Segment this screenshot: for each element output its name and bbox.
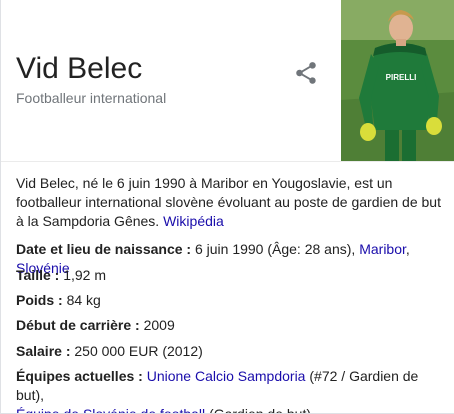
share-button[interactable] — [293, 60, 319, 86]
fact-teams: Équipes actuelles : Unione Calcio Sampdo… — [16, 367, 448, 414]
entity-subtitle: Footballeur international — [16, 90, 167, 106]
svg-text:PIRELLI: PIRELLI — [386, 73, 417, 82]
fact-career-start-label: Début de carrière : — [16, 317, 140, 333]
fact-salary-label: Salaire : — [16, 343, 71, 359]
knowledge-panel: Vid Belec Footballeur international PIRE… — [0, 0, 454, 414]
fact-height-label: Taille : — [16, 267, 60, 283]
fact-birth-value: 6 juin 1990 (Âge: 28 ans), — [194, 241, 356, 257]
fact-height-value: 1,92 m — [63, 267, 107, 283]
maribor-link[interactable]: Maribor — [359, 241, 406, 257]
panel-header: Vid Belec Footballeur international PIRE… — [1, 0, 454, 161]
fact-height: Taille : 1,92 m — [16, 266, 448, 285]
sampdoria-link[interactable]: Unione Calcio Sampdoria — [147, 368, 306, 384]
slovenia-team-link[interactable]: Équipe de Slovénie de football — [16, 406, 205, 413]
fact-teams-text2: (Gardien de but) — [209, 406, 311, 414]
fact-weight-label: Poids : — [16, 292, 63, 308]
fact-teams-label: Équipes actuelles : — [16, 368, 143, 384]
fact-weight-value: 84 kg — [66, 292, 101, 308]
fact-career-start-value: 2009 — [143, 317, 175, 333]
share-icon — [296, 62, 316, 84]
fact-salary-value: 250 000 EUR (2012) — [74, 343, 203, 359]
player-photo[interactable]: PIRELLI — [341, 0, 454, 161]
entity-description: Vid Belec, né le 6 juin 1990 à Maribor e… — [16, 174, 448, 231]
fact-birth-label: Date et lieu de naissance : — [16, 241, 192, 257]
wikipedia-link[interactable]: Wikipédia — [163, 213, 224, 229]
description-text: Vid Belec, né le 6 juin 1990 à Maribor e… — [16, 175, 441, 229]
fact-birth-separator: , — [405, 241, 410, 257]
header-divider — [1, 161, 454, 162]
fact-career-start: Début de carrière : 2009 — [16, 316, 448, 335]
fact-weight: Poids : 84 kg — [16, 291, 448, 310]
entity-title: Vid Belec — [16, 52, 143, 85]
fact-salary: Salaire : 250 000 EUR (2012) — [16, 342, 448, 361]
